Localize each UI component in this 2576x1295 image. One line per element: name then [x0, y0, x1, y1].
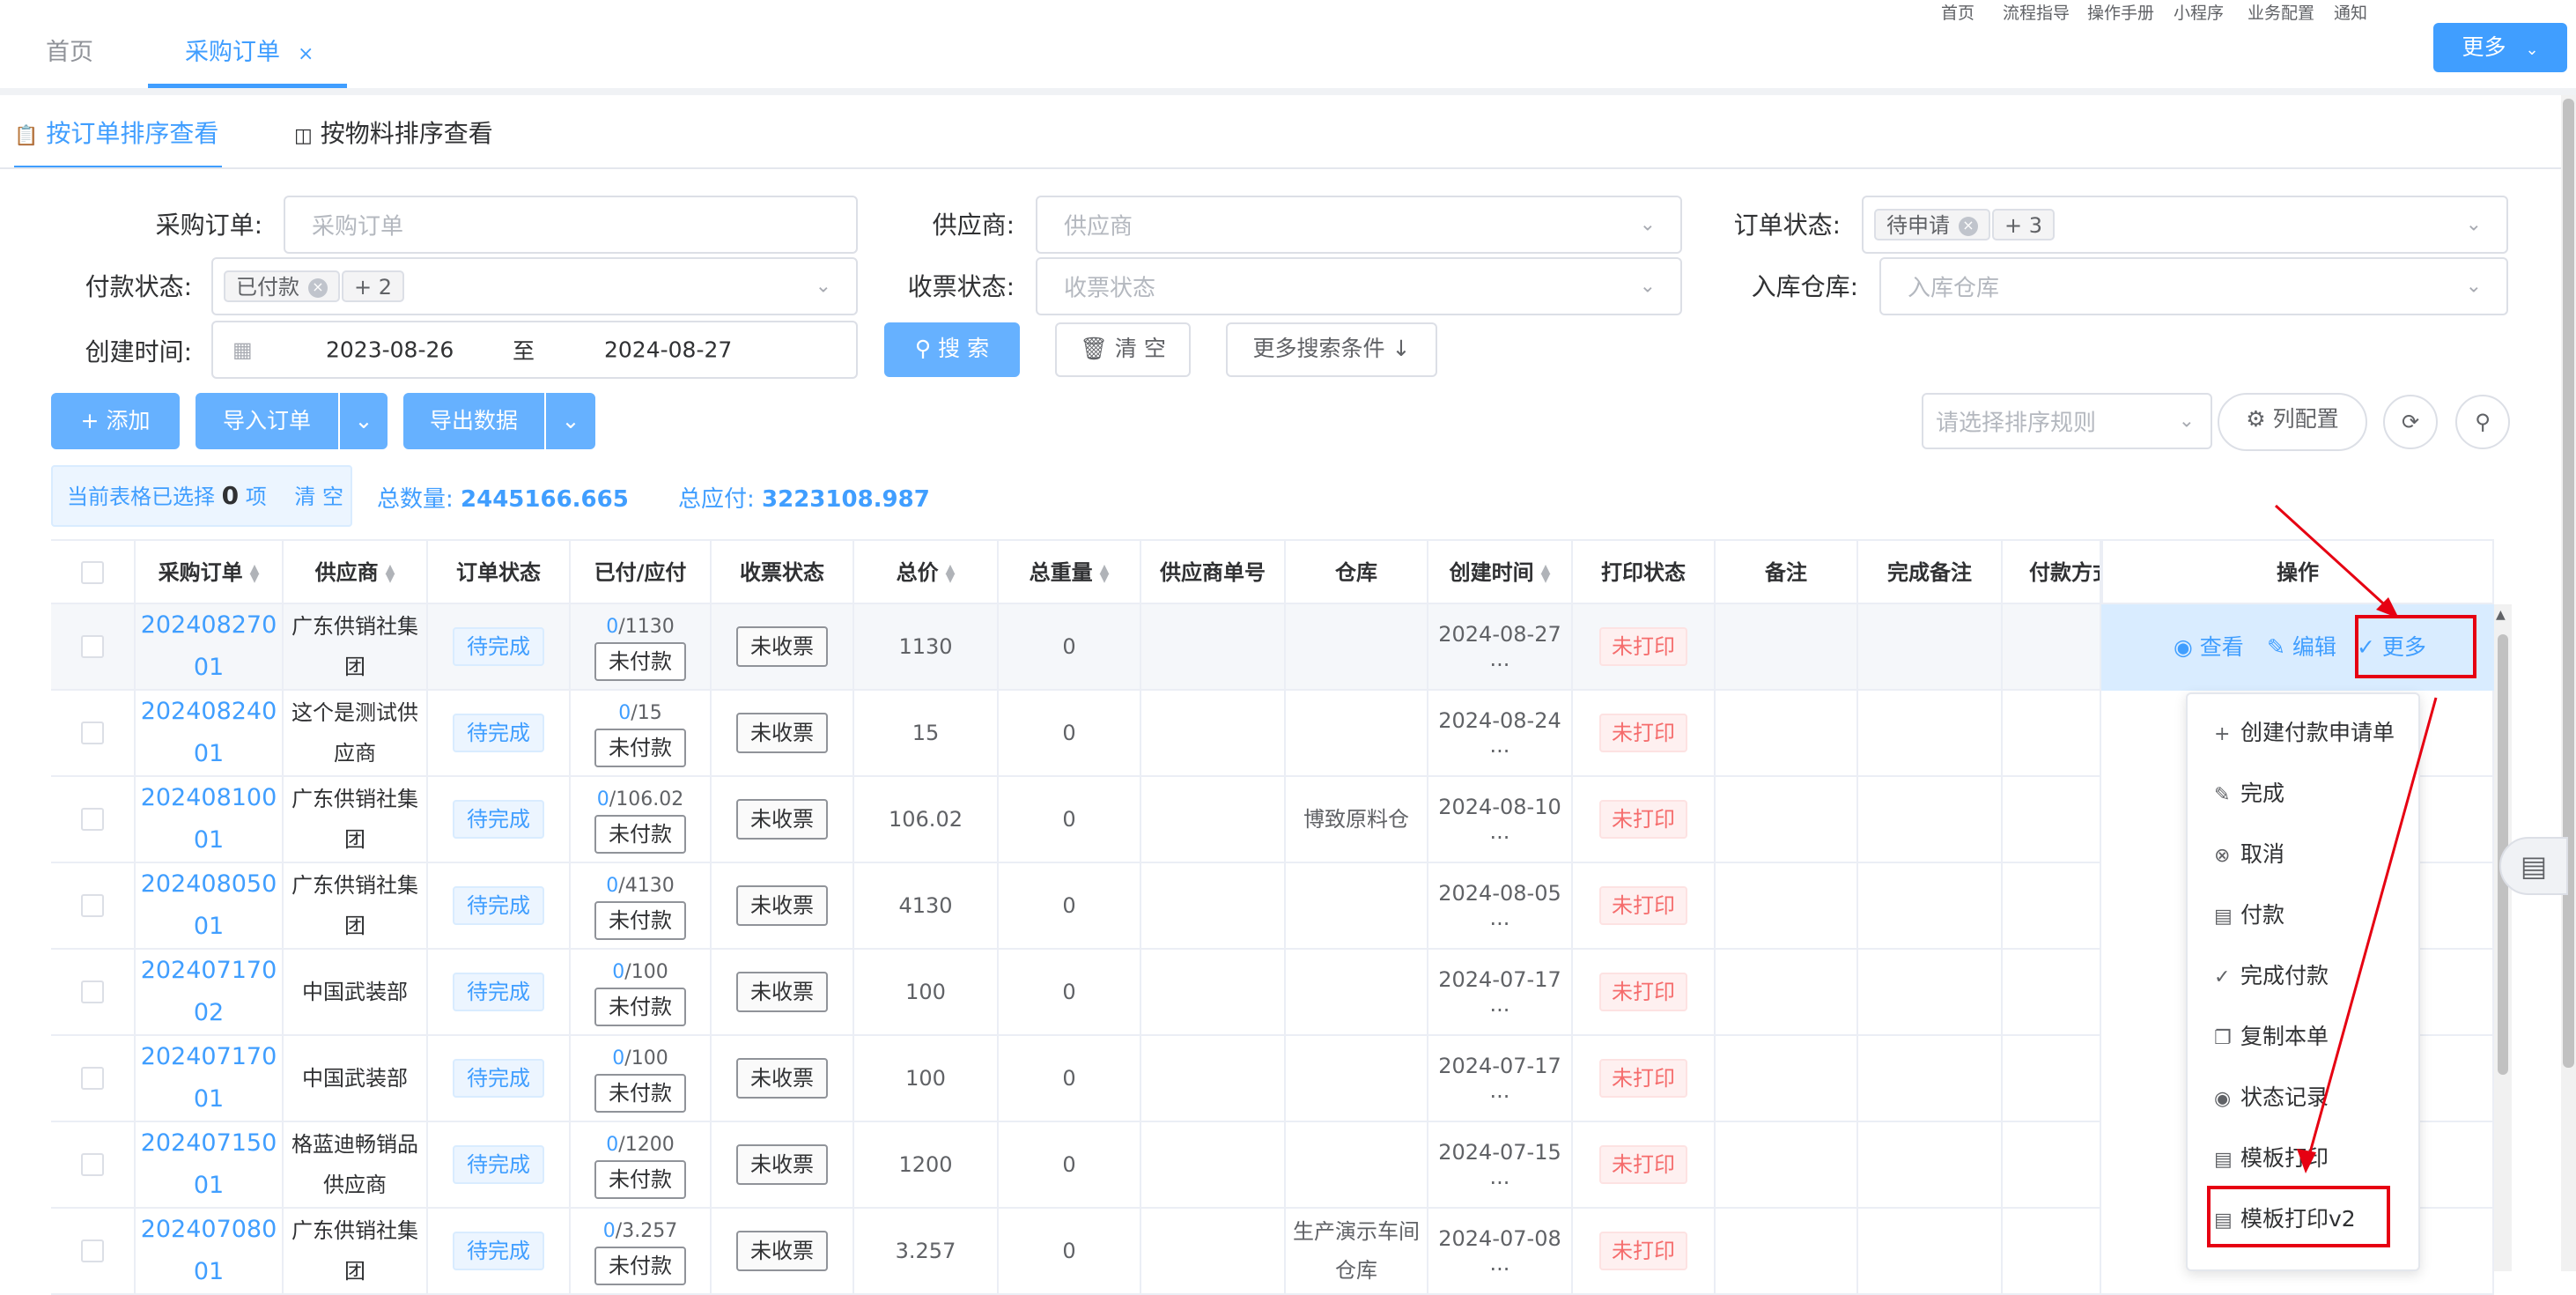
arrow-line — [2307, 697, 2438, 1157]
arrow-line — [2274, 504, 2394, 613]
annotation-arrows — [2274, 504, 2438, 1173]
document-icon: ▤ — [2520, 849, 2548, 883]
floating-document-button[interactable]: ▤ — [2499, 837, 2568, 895]
arrow-head — [2297, 1149, 2316, 1173]
